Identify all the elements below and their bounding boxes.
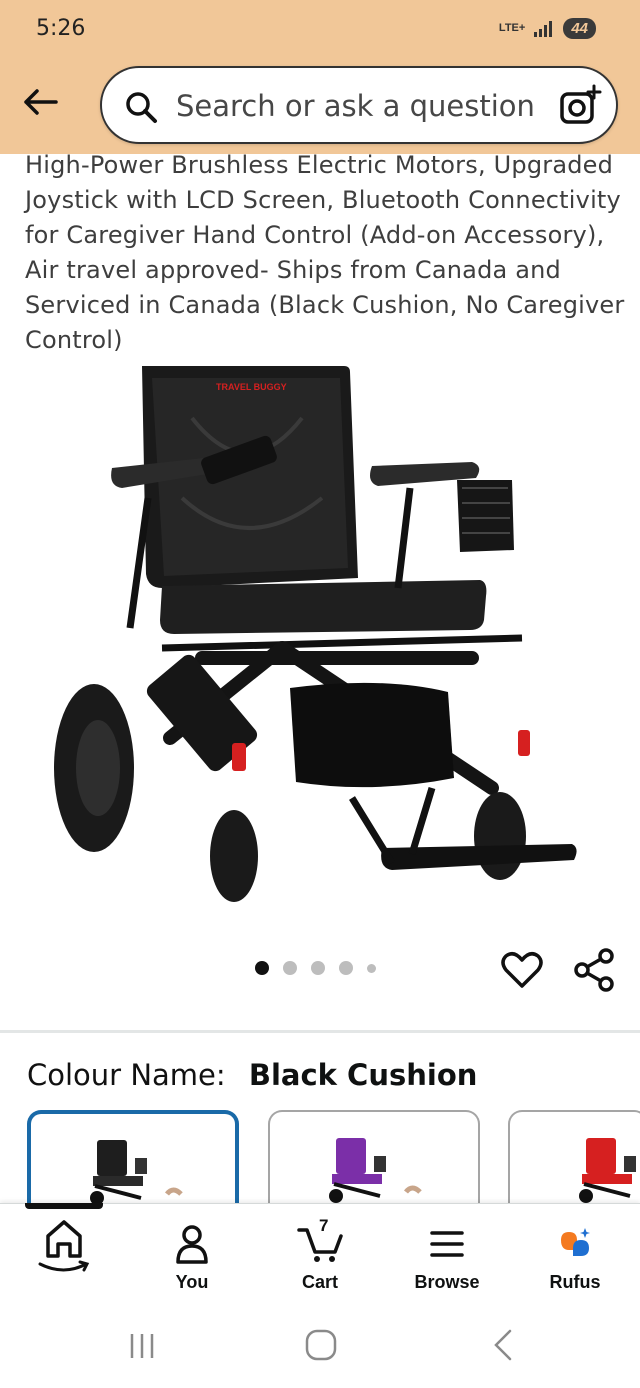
nav-you[interactable]: You — [137, 1222, 247, 1293]
heart-icon — [501, 952, 543, 988]
backrest-brand-text: TRAVEL BUGGY — [216, 382, 287, 392]
black-wheelchair-thumbnail — [90, 1140, 183, 1205]
nav-rufus-label: Rufus — [549, 1272, 601, 1292]
nav-browse[interactable]: Browse — [392, 1222, 502, 1293]
nav-you-label: You — [175, 1272, 209, 1292]
carousel-dot-1[interactable] — [255, 961, 269, 975]
rufus-icon — [561, 1228, 590, 1256]
search-bar[interactable] — [100, 66, 618, 144]
nav-cart-label: Cart — [301, 1272, 338, 1292]
nav-rufus[interactable]: Rufus — [520, 1222, 630, 1293]
product-image[interactable]: TRAVEL BUGGY — [52, 358, 592, 918]
carousel-dot-2[interactable] — [283, 961, 297, 975]
image-carousel-dots[interactable] — [255, 961, 376, 975]
carousel-dot-3[interactable] — [311, 961, 325, 975]
back-button[interactable] — [18, 82, 62, 122]
product-title: High-Power Brushless Electric Motors, Up… — [25, 151, 625, 354]
nav-cart[interactable]: 7 Cart — [265, 1216, 375, 1293]
bottom-navigation: You 7 Cart Browse Rufus — [0, 1203, 640, 1308]
colour-selector-label: Colour Name: Black Cushion — [27, 1058, 477, 1092]
active-tab-indicator — [25, 1203, 103, 1209]
camera-search-icon[interactable] — [558, 84, 602, 128]
cart-count: 7 — [319, 1216, 329, 1235]
status-time: 5:26 — [36, 16, 86, 41]
search-input[interactable] — [176, 80, 556, 132]
colour-value: Black Cushion — [248, 1058, 478, 1092]
menu-icon — [430, 1231, 464, 1257]
back-arrow-icon — [24, 89, 58, 115]
home-system-icon[interactable] — [304, 1328, 338, 1362]
purple-wheelchair-thumbnail — [329, 1138, 422, 1203]
share-icon — [574, 948, 614, 992]
back-system-icon[interactable] — [488, 1328, 518, 1362]
battery-level: 44 — [563, 18, 596, 39]
search-icon — [126, 92, 157, 123]
signal-icon — [534, 20, 553, 37]
system-navigation-bar — [0, 1308, 640, 1388]
carousel-dot-4[interactable] — [339, 961, 353, 975]
carousel-dot-5[interactable] — [367, 963, 376, 973]
wishlist-button[interactable] — [500, 948, 544, 992]
home-icon — [38, 1220, 90, 1272]
section-divider — [0, 1030, 640, 1033]
status-icons: LTE+ 44 — [499, 18, 596, 39]
network-label: LTE+ — [498, 22, 526, 34]
nav-home[interactable] — [9, 1220, 119, 1272]
recent-apps-icon[interactable] — [126, 1330, 158, 1362]
header-bar: 5:26 LTE+ 44 — [0, 0, 640, 154]
colour-label: Colour Name: — [27, 1058, 226, 1092]
red-wheelchair-thumbnail — [579, 1138, 636, 1203]
share-button[interactable] — [572, 948, 616, 992]
nav-browse-label: Browse — [414, 1272, 480, 1292]
person-icon — [176, 1225, 208, 1264]
